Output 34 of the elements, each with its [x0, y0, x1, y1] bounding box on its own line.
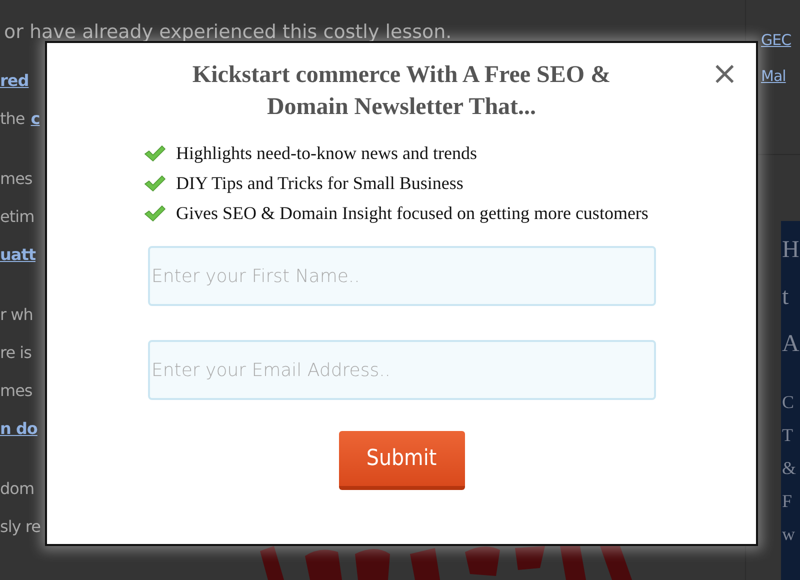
sidebar-link[interactable]: GEC	[761, 22, 800, 58]
article-text: re is	[0, 342, 32, 364]
article-text: dom	[0, 478, 34, 500]
banner-heading-text: t	[782, 283, 790, 312]
article-text: sly re	[0, 516, 40, 538]
banner-text: C	[782, 391, 796, 414]
submit-button[interactable]: Submit	[338, 431, 464, 490]
banner-text: &	[782, 457, 798, 480]
article-text: r wh	[0, 304, 33, 326]
checkmark-icon	[144, 204, 166, 222]
banner-text: w	[782, 523, 796, 546]
benefit-text: DIY Tips and Tricks for Small Business	[176, 173, 464, 194]
benefit-text: Highlights need-to-know news and trends	[176, 143, 477, 164]
checkmark-icon	[144, 174, 166, 192]
banner-heading-text: H	[782, 236, 800, 265]
article-link[interactable]: c	[30, 100, 40, 138]
sidebar-link[interactable]: Mal	[761, 58, 800, 94]
input-field[interactable]: Enter your First Name..	[148, 246, 656, 306]
article-text: the	[0, 108, 25, 130]
article-text: etim	[0, 206, 34, 228]
banner-heading-text: A	[782, 330, 800, 359]
article-text: or have already experienced this costly lesson.	[4, 20, 453, 45]
article-link[interactable]: red	[0, 62, 29, 100]
article-link[interactable]: uatt	[0, 236, 36, 274]
close-button[interactable]: ×	[711, 57, 738, 89]
popup-title: Kickstart commerce With A Free SEO & Domain Newsletter That...	[191, 61, 612, 122]
article-text: mes	[0, 168, 32, 190]
banner-text: F	[782, 490, 794, 513]
banner-text: T	[782, 424, 794, 447]
article-link[interactable]: n do	[0, 410, 38, 448]
article-text: mes	[0, 380, 32, 402]
benefit-text: Gives SEO & Domain Insight focused on getting more customers	[176, 203, 648, 224]
checkmark-icon	[144, 144, 166, 162]
input-field[interactable]: Enter your Email Address..	[148, 340, 656, 400]
